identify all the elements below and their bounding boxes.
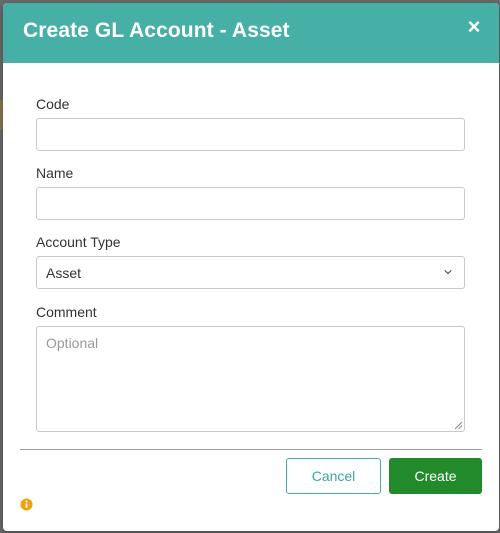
create-gl-account-dialog: Create GL Account - Asset × Code Name Ac… bbox=[3, 3, 499, 531]
code-label: Code bbox=[36, 96, 70, 112]
info-icon[interactable] bbox=[20, 498, 33, 511]
chevron-down-icon bbox=[444, 270, 452, 275]
code-input[interactable] bbox=[36, 118, 465, 151]
account-type-label: Account Type bbox=[36, 234, 121, 250]
cancel-button[interactable]: Cancel bbox=[286, 458, 381, 494]
create-button[interactable]: Create bbox=[389, 458, 482, 494]
close-icon[interactable]: × bbox=[463, 15, 485, 39]
account-type-select[interactable]: Asset bbox=[36, 256, 465, 289]
dialog-title: Create GL Account - Asset bbox=[23, 19, 290, 42]
comment-label: Comment bbox=[36, 304, 97, 320]
resize-grip-icon[interactable] bbox=[455, 422, 462, 429]
dialog-header: Create GL Account - Asset × bbox=[3, 3, 499, 63]
name-input[interactable] bbox=[36, 187, 465, 220]
name-label: Name bbox=[36, 165, 74, 181]
account-type-value: Asset bbox=[46, 265, 82, 281]
dialog-body: Code Name Account Type Asset Comment Opt… bbox=[3, 63, 499, 432]
footer-divider bbox=[20, 449, 482, 450]
comment-placeholder: Optional bbox=[46, 335, 99, 351]
comment-textarea[interactable]: Optional bbox=[36, 326, 465, 432]
